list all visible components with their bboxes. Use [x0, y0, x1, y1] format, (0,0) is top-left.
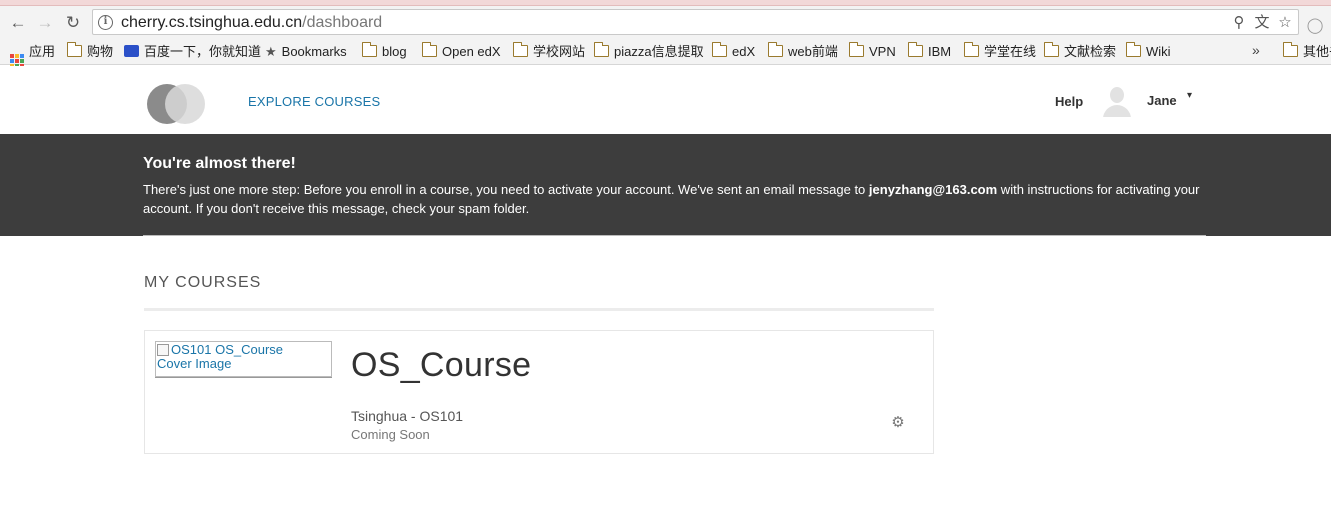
- bookmark-label: 购物: [87, 44, 114, 59]
- user-menu-caret-icon[interactable]: ▾: [1187, 90, 1192, 101]
- notice-email: jenyzhang@163.com: [868, 182, 998, 197]
- course-title[interactable]: OS_Course: [351, 346, 531, 385]
- my-courses-heading: MY COURSES: [144, 274, 262, 291]
- cover-alt-label: OS101 OS_Course Cover Image: [157, 342, 284, 371]
- username-label[interactable]: Jane: [1147, 93, 1177, 108]
- bookmark-apps[interactable]: 应用: [10, 43, 56, 68]
- course-cover-image[interactable]: OS101 OS_Course Cover Image: [155, 341, 332, 377]
- bookmark-label: blog: [382, 44, 407, 59]
- folder-icon: [66, 42, 82, 57]
- site-header: EXPLORE COURSES Help Jane ▾: [0, 66, 1331, 134]
- folder-icon: [1282, 42, 1298, 57]
- gear-icon[interactable]: ⚙: [890, 415, 906, 431]
- avatar-body: [1103, 105, 1131, 117]
- my-courses-divider: [144, 308, 934, 311]
- activation-notice: You're almost there! There's just one mo…: [0, 134, 1331, 236]
- bookmark-baidu[interactable]: 百度一下，你就知道: [124, 43, 261, 61]
- bookmark-school-site[interactable]: 学校网站: [512, 42, 586, 61]
- notice-divider: [143, 235, 1206, 236]
- folder-icon: [848, 42, 864, 57]
- folder-icon: [512, 42, 528, 57]
- bookmark-other[interactable]: 其他书签: [1282, 42, 1331, 61]
- bookmark-label: edX: [732, 44, 756, 59]
- bookmark-shopping[interactable]: 购物: [66, 42, 114, 61]
- star-icon: ★: [265, 44, 277, 59]
- bookmark-label: IBM: [928, 44, 952, 59]
- folder-icon: [767, 42, 783, 57]
- bookmark-label: Bookmarks: [281, 44, 347, 59]
- bookmark-label: VPN: [869, 44, 896, 59]
- logo-circle-light: [165, 84, 205, 124]
- reload-icon[interactable]: ↻: [61, 12, 85, 34]
- bookmark-piazza[interactable]: piazza信息提取: [593, 42, 704, 61]
- bookmark-label: 其他书签: [1303, 44, 1331, 59]
- url-host: cherry.cs.tsinghua.edu.cn: [121, 14, 303, 31]
- folder-icon: [963, 42, 979, 57]
- bookmark-open-edx[interactable]: Open edX: [421, 42, 501, 61]
- folder-icon: [361, 42, 377, 57]
- bookmark-ibm[interactable]: IBM: [907, 42, 952, 61]
- bookmark-label: web前端: [788, 44, 838, 59]
- bookmark-wiki[interactable]: Wiki: [1125, 42, 1171, 61]
- bookmark-bookmarks[interactable]: ★ Bookmarks: [265, 43, 347, 61]
- avatar-head: [1110, 87, 1124, 103]
- bookmark-web-frontend[interactable]: web前端: [767, 42, 838, 61]
- bookmark-label: 文献检索: [1064, 44, 1117, 59]
- folder-icon: [711, 42, 727, 57]
- course-org: Tsinghua - OS101: [351, 408, 464, 424]
- notice-title: You're almost there!: [143, 155, 296, 172]
- notice-text-before: There's just one more step: Before you e…: [143, 182, 869, 197]
- bookmark-blog[interactable]: blog: [361, 42, 407, 61]
- translate-icon[interactable]: 文: [1253, 14, 1271, 32]
- info-icon[interactable]: i: [98, 15, 113, 30]
- url-path: /dashboard: [302, 14, 383, 31]
- course-status: Coming Soon: [351, 427, 430, 442]
- browser-toolbar: ← → ↻ i cherry.cs.tsinghua.edu.cn/dashbo…: [0, 6, 1331, 39]
- bookmark-label: Wiki: [1146, 44, 1171, 59]
- broken-image-icon: [157, 344, 169, 356]
- course-cover-alt-text: OS101 OS_Course Cover Image: [157, 343, 317, 371]
- forward-arrow-icon[interactable]: →: [33, 12, 57, 34]
- bookmarks-bar: 应用 购物 百度一下，你就知道 ★ Bookmarks blog Open edX…: [0, 39, 1331, 68]
- folder-icon: [907, 42, 923, 57]
- site-logo[interactable]: [147, 84, 205, 124]
- bookmark-literature[interactable]: 文献检索: [1043, 42, 1117, 61]
- bookmark-label: 应用: [29, 44, 56, 59]
- folder-icon: [593, 42, 609, 57]
- course-card: OS101 OS_Course Cover Image OS_Course Ts…: [144, 330, 934, 454]
- bookmark-vpn[interactable]: VPN: [848, 42, 896, 61]
- notice-message: There's just one more step: Before you e…: [143, 180, 1203, 218]
- bookmark-label: 百度一下，你就知道: [144, 44, 262, 59]
- bookmarks-overflow-chevron-icon[interactable]: »: [1252, 42, 1260, 58]
- bookmark-xuetang[interactable]: 学堂在线: [963, 42, 1037, 61]
- folder-icon: [1043, 42, 1059, 57]
- extension-shield-icon[interactable]: ◯: [1306, 17, 1324, 35]
- help-link[interactable]: Help: [1055, 94, 1083, 109]
- folder-icon: [1125, 42, 1141, 57]
- bookmark-label: 学堂在线: [984, 44, 1037, 59]
- explore-courses-link[interactable]: EXPLORE COURSES: [248, 94, 380, 109]
- folder-icon: [421, 42, 437, 57]
- address-url[interactable]: cherry.cs.tsinghua.edu.cn/dashboard: [121, 14, 382, 32]
- user-avatar-icon[interactable]: [1101, 85, 1133, 117]
- back-arrow-icon[interactable]: ←: [6, 12, 30, 34]
- baidu-paw-icon: [124, 45, 139, 57]
- bookmark-edx[interactable]: edX: [711, 42, 756, 61]
- bookmark-label: piazza信息提取: [614, 44, 704, 59]
- bookmark-label: 学校网站: [533, 44, 586, 59]
- zoom-icon[interactable]: ⚲: [1230, 14, 1248, 32]
- address-bar[interactable]: i cherry.cs.tsinghua.edu.cn/dashboard ⚲ …: [92, 9, 1299, 35]
- bookmark-label: Open edX: [442, 44, 501, 59]
- bookmark-star-icon[interactable]: ☆: [1276, 14, 1294, 32]
